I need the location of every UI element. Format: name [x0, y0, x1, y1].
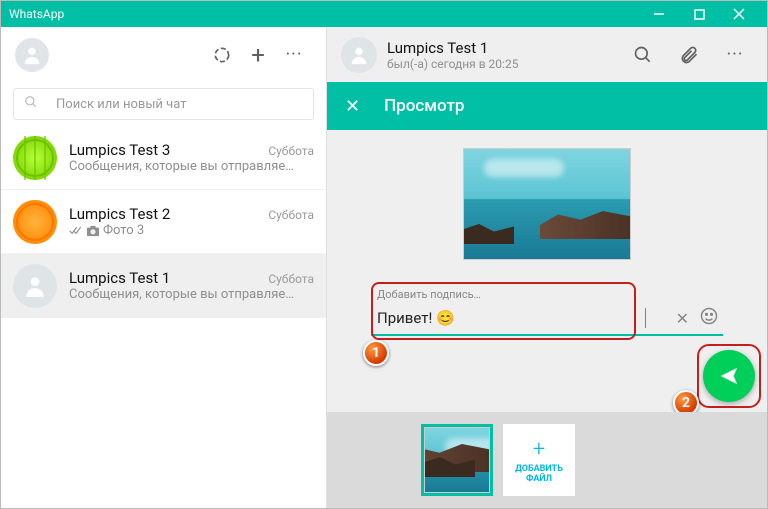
menu-icon[interactable]: ···	[276, 37, 312, 73]
chat-list: Lumpics Test 3 Суббота Сообщения, которы…	[1, 126, 326, 508]
new-chat-icon[interactable]: +	[240, 37, 276, 73]
chat-avatar	[13, 264, 57, 308]
me-avatar[interactable]	[15, 38, 49, 72]
chat-preview: Сообщения, которые вы отправляе…	[69, 159, 314, 174]
chat-name: Lumpics Test 3	[69, 141, 170, 159]
attach-icon[interactable]	[671, 37, 707, 73]
chat-time: Суббота	[268, 272, 314, 286]
chat-avatar	[13, 136, 57, 180]
app-window: WhatsApp + ···	[0, 0, 768, 509]
chat-name: Lumpics Test 2	[69, 205, 170, 223]
search-row: Поиск или новый чат	[1, 82, 326, 126]
preview-body: Добавить подпись… ✕ 1	[327, 130, 767, 412]
search-icon	[24, 95, 38, 113]
text-cursor	[645, 308, 646, 328]
chat-item-lumpics-3[interactable]: Lumpics Test 3 Суббота Сообщения, которы…	[1, 126, 326, 190]
titlebar: WhatsApp	[1, 1, 767, 27]
search-box[interactable]: Поиск или новый чат	[13, 88, 314, 120]
chat-item-lumpics-2[interactable]: Lumpics Test 2 Суббота Фото 3	[1, 190, 326, 254]
left-panel: + ··· Поиск или новый чат Lumpics Test 3	[1, 27, 327, 508]
chat-time: Суббота	[268, 144, 314, 158]
chat-menu-icon[interactable]: ···	[717, 37, 753, 73]
thumbnail-strip: + ДОБАВИТЬ ФАЙЛ	[327, 412, 767, 508]
app-body: + ··· Поиск или новый чат Lumpics Test 3	[1, 27, 767, 508]
send-button[interactable]	[703, 350, 755, 402]
add-file-label: ДОБАВИТЬ ФАЙЛ	[506, 464, 572, 484]
caption-clear-icon[interactable]: ✕	[676, 309, 689, 328]
preview-close-icon[interactable]: ✕	[345, 96, 360, 117]
caption-area: Добавить подпись… ✕ 1	[371, 288, 723, 336]
chat-avatar	[13, 200, 57, 244]
contact-name: Lumpics Test 1	[387, 39, 615, 57]
chat-time: Суббота	[268, 208, 314, 222]
plus-icon: +	[533, 437, 545, 462]
emoji-icon[interactable]	[699, 306, 719, 330]
caption-input[interactable]	[377, 309, 635, 327]
close-button[interactable]	[719, 1, 759, 27]
preview-title: Просмотр	[384, 96, 464, 116]
status-icon[interactable]	[204, 37, 240, 73]
contact-status: был(-а) сегодня в 20:25	[387, 57, 615, 71]
camera-icon	[86, 225, 100, 237]
search-placeholder: Поиск или новый чат	[56, 97, 186, 112]
chat-item-lumpics-1[interactable]: Lumpics Test 1 Суббота Сообщения, которы…	[1, 254, 326, 318]
chat-name: Lumpics Test 1	[69, 269, 170, 287]
preview-image[interactable]	[463, 148, 631, 260]
thumbnail-selected[interactable]	[421, 424, 493, 496]
chat-preview: Фото 3	[69, 223, 314, 238]
search-chat-icon[interactable]	[625, 37, 661, 73]
maximize-button[interactable]	[679, 1, 719, 27]
send-wrap: 2	[703, 350, 755, 402]
add-file-button[interactable]: + ДОБАВИТЬ ФАЙЛ	[503, 424, 575, 496]
contact-avatar[interactable]	[341, 37, 377, 73]
left-header: + ···	[1, 27, 326, 82]
caption-label: Добавить подпись…	[371, 288, 723, 301]
check-icon	[69, 226, 83, 236]
right-panel: Lumpics Test 1 был(-а) сегодня в 20:25 ·…	[327, 27, 767, 508]
chat-header: Lumpics Test 1 был(-а) сегодня в 20:25 ·…	[327, 27, 767, 82]
caption-tools: ✕	[676, 306, 719, 330]
contact-info[interactable]: Lumpics Test 1 был(-а) сегодня в 20:25	[387, 39, 615, 71]
chat-preview: Сообщения, которые вы отправляе…	[69, 287, 314, 302]
preview-bar: ✕ Просмотр	[327, 82, 767, 130]
minimize-button[interactable]	[639, 1, 679, 27]
annotation-marker-1: 1	[363, 340, 389, 366]
app-title: WhatsApp	[9, 7, 639, 21]
